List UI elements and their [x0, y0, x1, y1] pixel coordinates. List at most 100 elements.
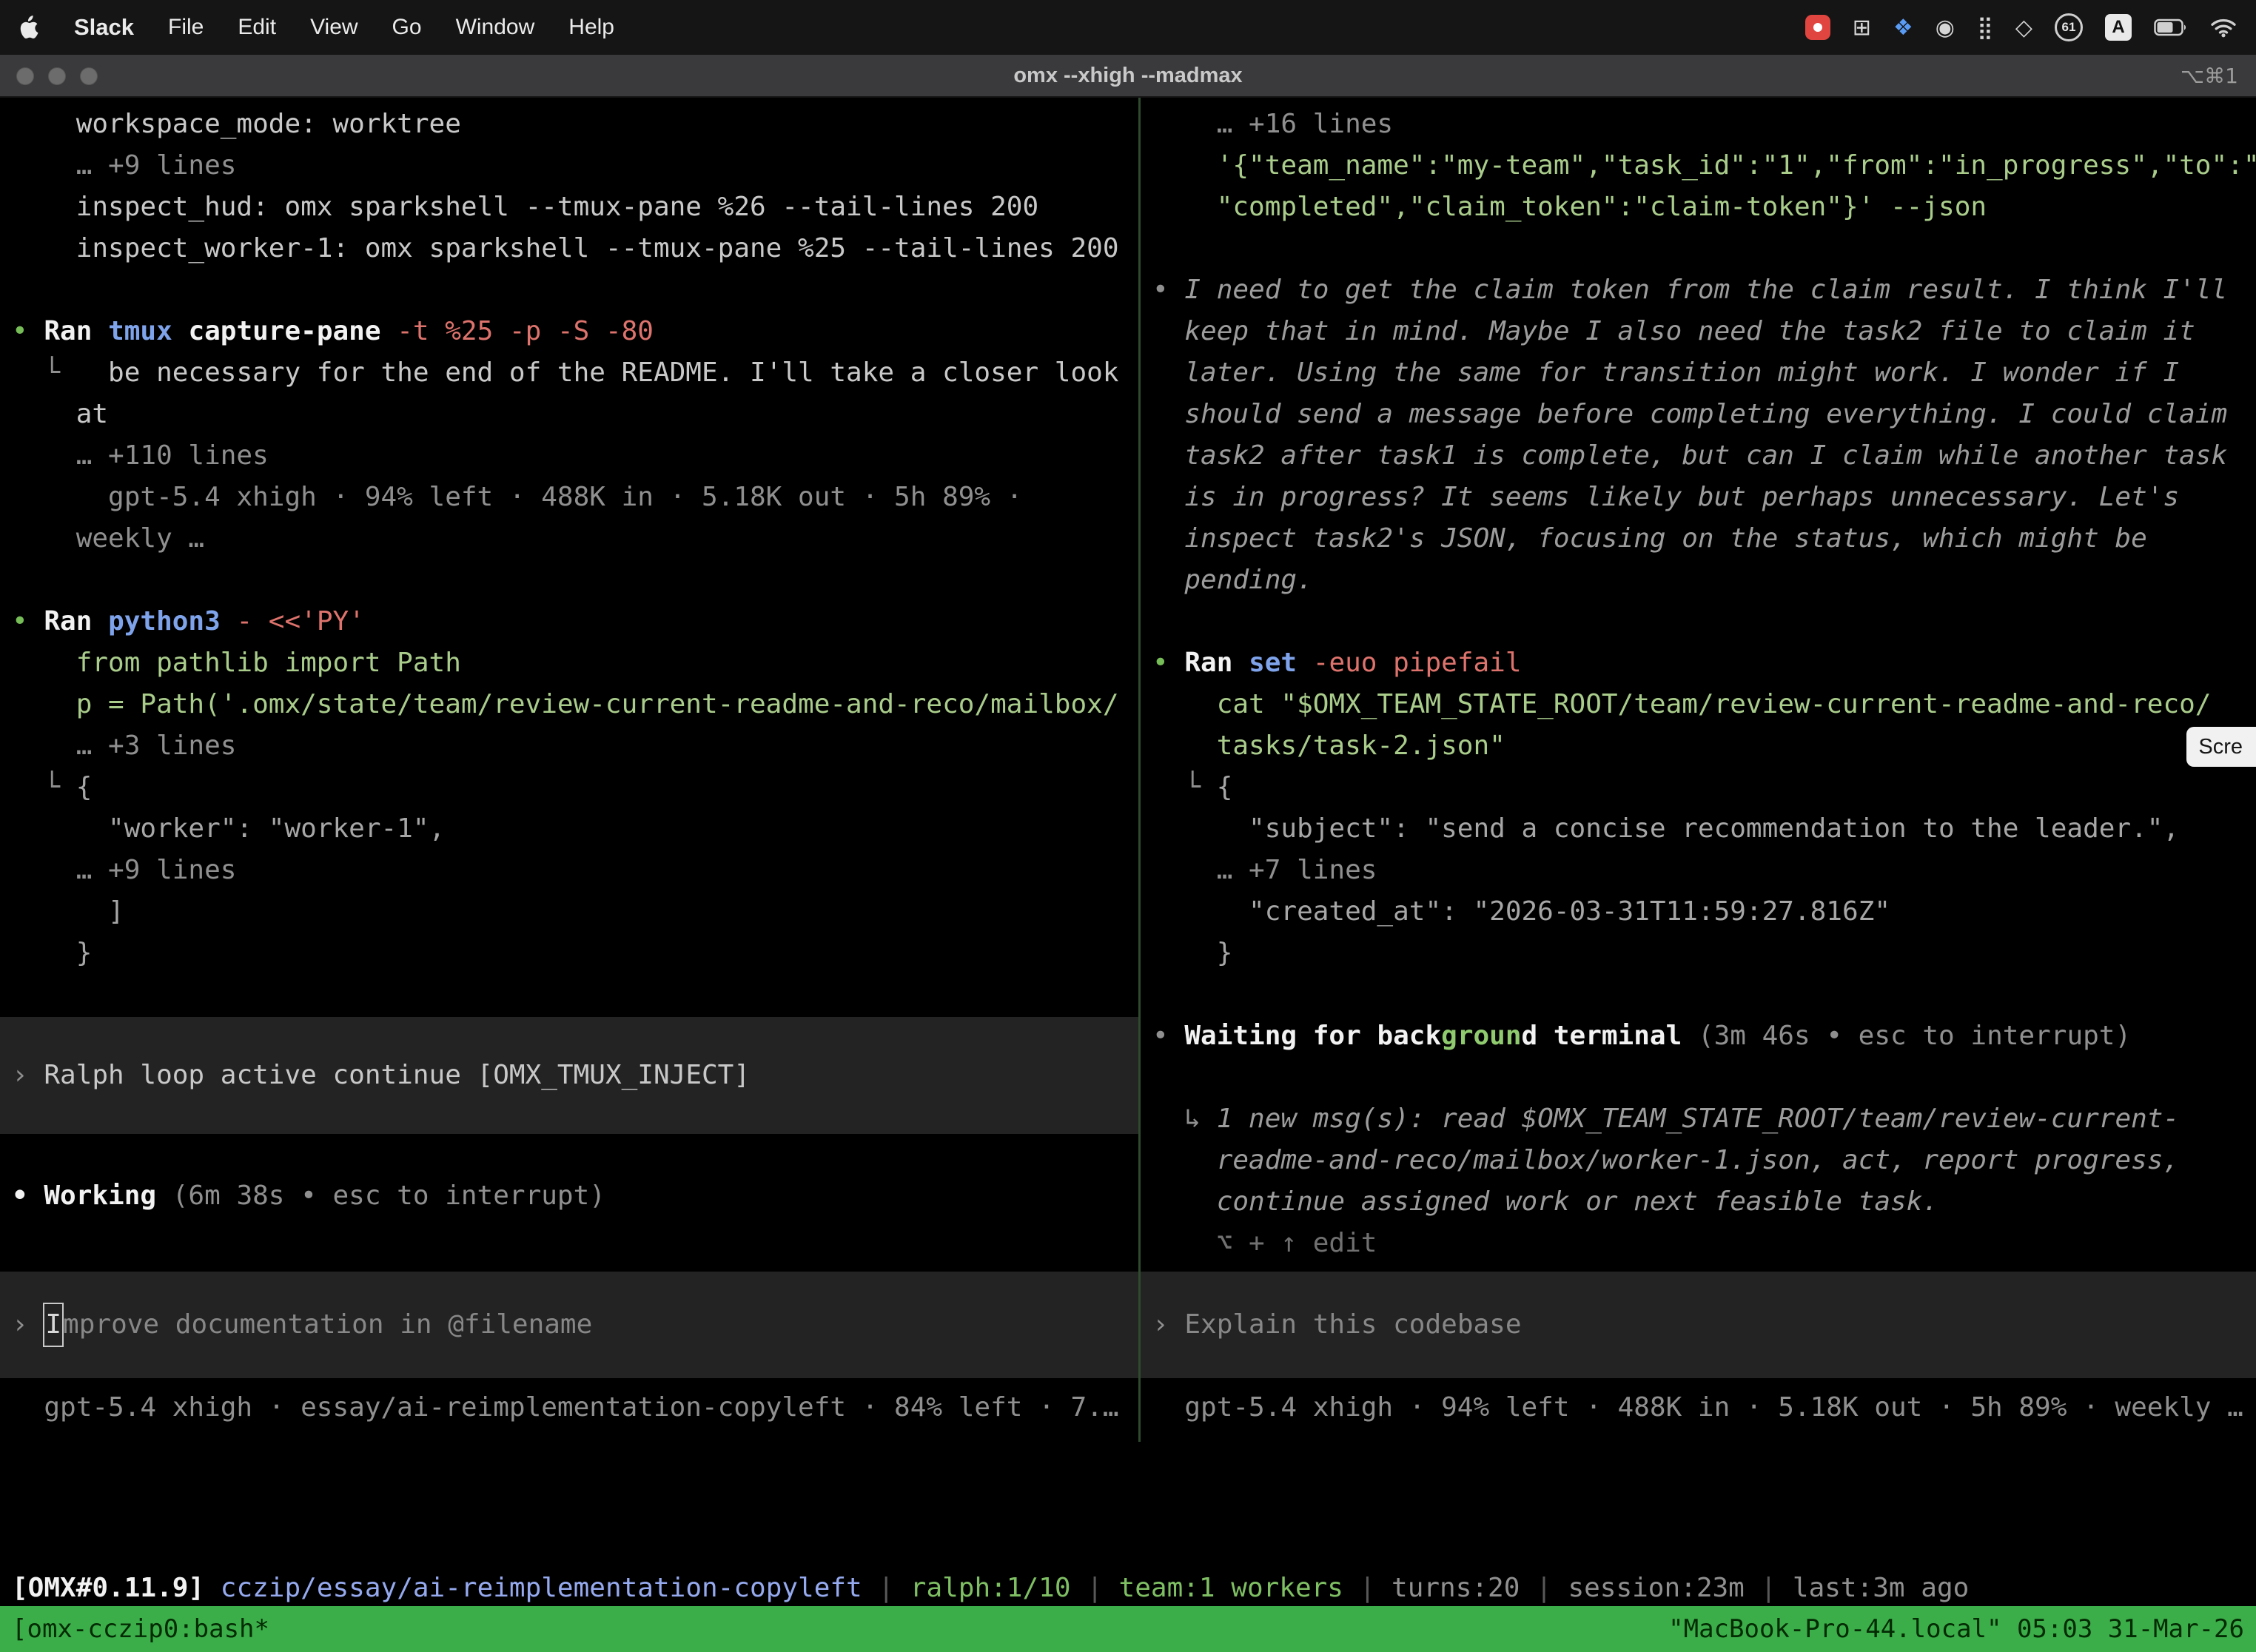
menubar-item-file[interactable]: File	[168, 15, 204, 40]
text-span: cczip/essay/ai-reimplementation-copyleft	[221, 1573, 862, 1603]
wifi-icon[interactable]	[2210, 17, 2237, 38]
tmux-host-clock: "MacBook-Pro-44.local" 05:03 31-Mar-26	[1668, 1614, 2244, 1644]
menubar-item-go[interactable]: Go	[392, 15, 422, 40]
omx-status-line: [OMX#0.11.9] cczip/essay/ai-reimplementa…	[12, 1568, 1969, 1609]
menubar-item-view[interactable]: View	[310, 15, 357, 40]
text-span: Ran	[44, 316, 108, 346]
tmux-status-bar: [omx-cczip0:bash* "MacBook-Pro-44.local"…	[0, 1606, 2256, 1652]
terminal-line: inspect_worker-1: omx sparkshell --tmux-…	[12, 228, 1138, 269]
left-terminal-pane[interactable]: workspace_mode: worktree … +9 lines insp…	[0, 98, 1138, 1428]
terminal-line: • Ran python3 - <<'PY'	[12, 601, 1138, 642]
terminal-line	[1152, 974, 2256, 1015]
terminal-line: └ {	[1152, 767, 2256, 808]
text-span: I need to get the claim token from the c…	[1184, 275, 2227, 305]
terminal-line	[12, 974, 1138, 1015]
terminal-gap	[12, 1134, 1138, 1175]
screen-notification-popup[interactable]: Scre	[2186, 727, 2256, 767]
text-span: |	[1745, 1573, 1793, 1603]
right-terminal-pane[interactable]: … +16 lines '{"team_name":"my-team","tas…	[1141, 98, 2256, 1428]
text-span: inspect_worker-1: omx sparkshell --tmux-…	[12, 233, 1119, 263]
input-source-letter: A	[2112, 17, 2124, 38]
minimize-button[interactable]	[48, 67, 66, 85]
prompt-placeholder: Explain this codebase	[1184, 1304, 1521, 1346]
prompt-input[interactable]: › Explain this codebase	[1141, 1272, 2256, 1378]
text-span: - <<'PY'	[236, 606, 364, 637]
text-span: |	[1343, 1573, 1391, 1603]
menubar-item-help[interactable]: Help	[568, 15, 614, 40]
table-grid-icon[interactable]: ⊞	[1853, 15, 1871, 41]
input-source-icon[interactable]: A	[2105, 14, 2132, 41]
dots-grid-icon[interactable]: ⣿	[1977, 15, 1993, 41]
terminal-line: └ {	[12, 767, 1138, 808]
waiting-status-line: • Waiting for background terminal (3m 46…	[1152, 1015, 2256, 1057]
text-span: •	[12, 1181, 44, 1211]
terminal-line	[1152, 228, 2256, 269]
ralph-queued-message[interactable]: › Ralph loop active continue [OMX_TMUX_I…	[0, 1017, 1138, 1134]
terminal-line: from pathlib import Path	[12, 642, 1138, 684]
terminal-line: tasks/task-2.json"	[1152, 725, 2256, 767]
text-span: weekly …	[12, 523, 204, 554]
text-span: … +16 lines	[1152, 109, 1393, 139]
pane-status-line: gpt-5.4 xhigh · essay/ai-reimplementatio…	[12, 1387, 1138, 1428]
apple-menu-icon[interactable]	[19, 16, 40, 39]
terminal-line: … +3 lines	[12, 725, 1138, 767]
text-span: … +3 lines	[12, 731, 236, 761]
text-span: inspect_hud: omx sparkshell --tmux-pane …	[12, 192, 1038, 222]
text-span: task2 after task1 is complete, but can I…	[1152, 440, 2227, 471]
window-title: omx --xhigh --madmax	[0, 64, 2256, 88]
menubar-item-window[interactable]: Window	[456, 15, 535, 40]
text-span	[204, 1573, 221, 1603]
text-span: gpt-5.4 xhigh · essay/ai-reimplementatio…	[12, 1392, 1119, 1423]
prompt-input[interactable]: › Improve documentation in @filename	[0, 1272, 1138, 1378]
terminal-window: workspace_mode: worktree … +9 lines insp…	[0, 98, 2256, 1652]
text-span: └	[12, 772, 76, 802]
text-span: pending.	[1152, 565, 1313, 595]
terminal-line	[1152, 601, 2256, 642]
text-span: ⌥ + ↑ edit	[1152, 1228, 1377, 1258]
text-span: '{"team_name":"my-team","task_id":"1","f…	[1152, 150, 2256, 181]
terminal-line: … +9 lines	[12, 145, 1138, 187]
text-span: ]	[12, 896, 124, 927]
text-span: groun	[1441, 1021, 1521, 1051]
text-span: … +7 lines	[1152, 855, 1377, 885]
screen: SlackFileEditViewGoWindowHelp ⊞ ❖ ◉ ⣿ ◇ …	[0, 0, 2256, 1652]
menu-bar-left: Slack File Edit View Go Window Help	[19, 14, 614, 41]
traffic-lights	[16, 67, 98, 85]
text-span: is in progress? It seems likely but perh…	[1152, 482, 2179, 512]
text-span: •	[1152, 1021, 1184, 1051]
terminal-line: … +16 lines	[1152, 104, 2256, 145]
round-app-icon[interactable]: ◉	[1936, 15, 1955, 41]
battery-icon[interactable]	[2154, 19, 2188, 36]
text-span: capture-pane	[188, 316, 397, 346]
battery-percentage-badge[interactable]: 61	[2055, 13, 2083, 41]
blue-app-icon[interactable]: ❖	[1893, 15, 1913, 41]
outline-app-icon[interactable]: ◇	[2015, 15, 2032, 41]
terminal-line: at	[12, 394, 1138, 435]
text-span: at	[12, 399, 108, 429]
screen-recording-indicator[interactable]	[1805, 15, 1830, 40]
menubar-item-edit[interactable]: Edit	[238, 15, 276, 40]
text-span: "worker": "worker-1",	[12, 813, 445, 844]
terminal-line: • Ran set -euo pipefail	[1152, 642, 2256, 684]
text-span: team:1 workers	[1119, 1573, 1343, 1603]
text-span: └	[12, 357, 108, 388]
menubar-app-name[interactable]: Slack	[74, 14, 134, 41]
text-span: }	[12, 938, 92, 968]
close-button[interactable]	[16, 67, 34, 85]
text-span: inspect task2's JSON, focusing on the st…	[1152, 523, 2147, 554]
zoom-button[interactable]	[80, 67, 98, 85]
terminal-line: "completed","claim_token":"claim-token"}…	[1152, 187, 2256, 228]
text-span: ›	[1152, 1304, 1184, 1346]
terminal-line: cat "$OMX_TEAM_STATE_ROOT/team/review-cu…	[1152, 684, 2256, 725]
terminal-line: }	[12, 933, 1138, 974]
text-span: should send a message before completing …	[1152, 399, 2227, 429]
text-span: keep that in mind. Maybe I also need the…	[1152, 316, 2195, 346]
terminal-line: continue assigned work or next feasible …	[1152, 1181, 2256, 1223]
terminal-line: is in progress? It seems likely but perh…	[1152, 477, 2256, 518]
tmux-session-label[interactable]: [omx-cczip0:bash*	[12, 1614, 269, 1644]
text-span: •	[12, 316, 44, 346]
text-span: {	[76, 772, 93, 802]
terminal-line: pending.	[1152, 560, 2256, 601]
window-title-bar[interactable]: omx --xhigh --madmax ⌥⌘1	[0, 55, 2256, 98]
text-span: "subject": "send a concise recommendatio…	[1152, 813, 2179, 844]
